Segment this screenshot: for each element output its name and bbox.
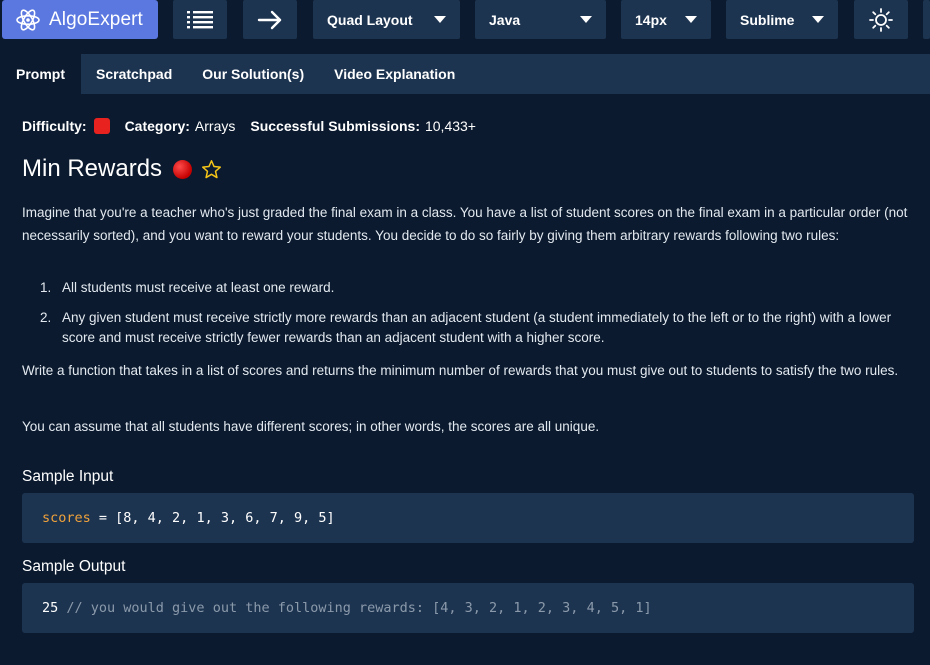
list-number: 1. [40,280,52,295]
caret-down-icon [434,16,446,23]
list-number: 2. [40,310,52,325]
font-size-dropdown-value: 14px [635,11,667,28]
problem-meta: Difficulty: Category: Arrays Successful … [22,116,476,136]
toolbar-overflow-button[interactable] [923,0,930,39]
page-title: Min Rewards [22,155,163,182]
tab-our-solutions[interactable]: Our Solution(s) [187,54,319,94]
language-dropdown[interactable]: Java [475,0,606,39]
list-text: All students must receive at least one r… [62,280,335,295]
tab-scratchpad[interactable]: Scratchpad [81,54,187,94]
top-toolbar: AlgoExpert Quad Layout Java 14px Sublime [0,0,930,40]
submissions-value: 10,433+ [424,118,476,134]
code-variable: scores [42,510,91,526]
problem-note: You can assume that all students have di… [22,419,600,434]
star-icon[interactable] [201,159,222,180]
category-value: Arrays [194,118,236,134]
sample-input-heading: Sample Input [22,468,114,485]
language-dropdown-value: Java [489,11,521,28]
list-text: Any given student must receive strictly … [62,310,892,345]
code-value: = [8, 4, 2, 1, 3, 6, 7, 9, 5] [90,510,335,526]
difficulty-dot-icon [173,159,193,179]
font-size-dropdown[interactable]: 14px [621,0,711,39]
sun-icon [869,7,893,32]
brand-name: AlgoExpert [49,8,143,30]
code-value: 25 [42,600,59,616]
arrow-right-icon [257,10,282,29]
atom-logo-icon [16,8,40,31]
next-question-button[interactable] [243,0,297,39]
list-icon [187,10,213,28]
difficulty-label: Difficulty: [22,118,87,134]
submissions-label: Successful Submissions: [250,118,420,134]
sample-output-heading: Sample Output [22,558,126,575]
keymap-dropdown-value: Sublime [740,11,795,28]
difficulty-badge [93,118,110,134]
keymap-dropdown[interactable]: Sublime [726,0,838,39]
problem-description: Imagine that you're a teacher who's just… [22,205,908,243]
title-row: Min Rewards [22,153,222,185]
question-list-button[interactable] [173,0,227,39]
sample-output-code: 25 // you would give out the following r… [22,583,914,633]
list-item: 1. All students must receive at least on… [40,278,917,298]
category-label: Category: [124,118,190,134]
tab-bar: Prompt Scratchpad Our Solution(s) Video … [0,54,930,94]
theme-toggle-button[interactable] [854,0,908,39]
caret-down-icon [812,16,824,23]
sample-input-code: scores = [8, 4, 2, 1, 3, 6, 7, 9, 5] [22,493,914,543]
tab-video-explanation[interactable]: Video Explanation [319,54,470,94]
layout-dropdown[interactable]: Quad Layout [313,0,460,39]
brand-logo[interactable]: AlgoExpert [2,0,158,39]
list-item: 2. Any given student must receive strict… [40,308,917,348]
caret-down-icon [580,16,592,23]
code-comment: // you would give out the following rewa… [58,600,652,616]
tab-prompt[interactable]: Prompt [0,54,81,94]
caret-down-icon [685,16,697,23]
problem-task: Write a function that takes in a list of… [22,363,899,378]
layout-dropdown-value: Quad Layout [327,11,413,28]
